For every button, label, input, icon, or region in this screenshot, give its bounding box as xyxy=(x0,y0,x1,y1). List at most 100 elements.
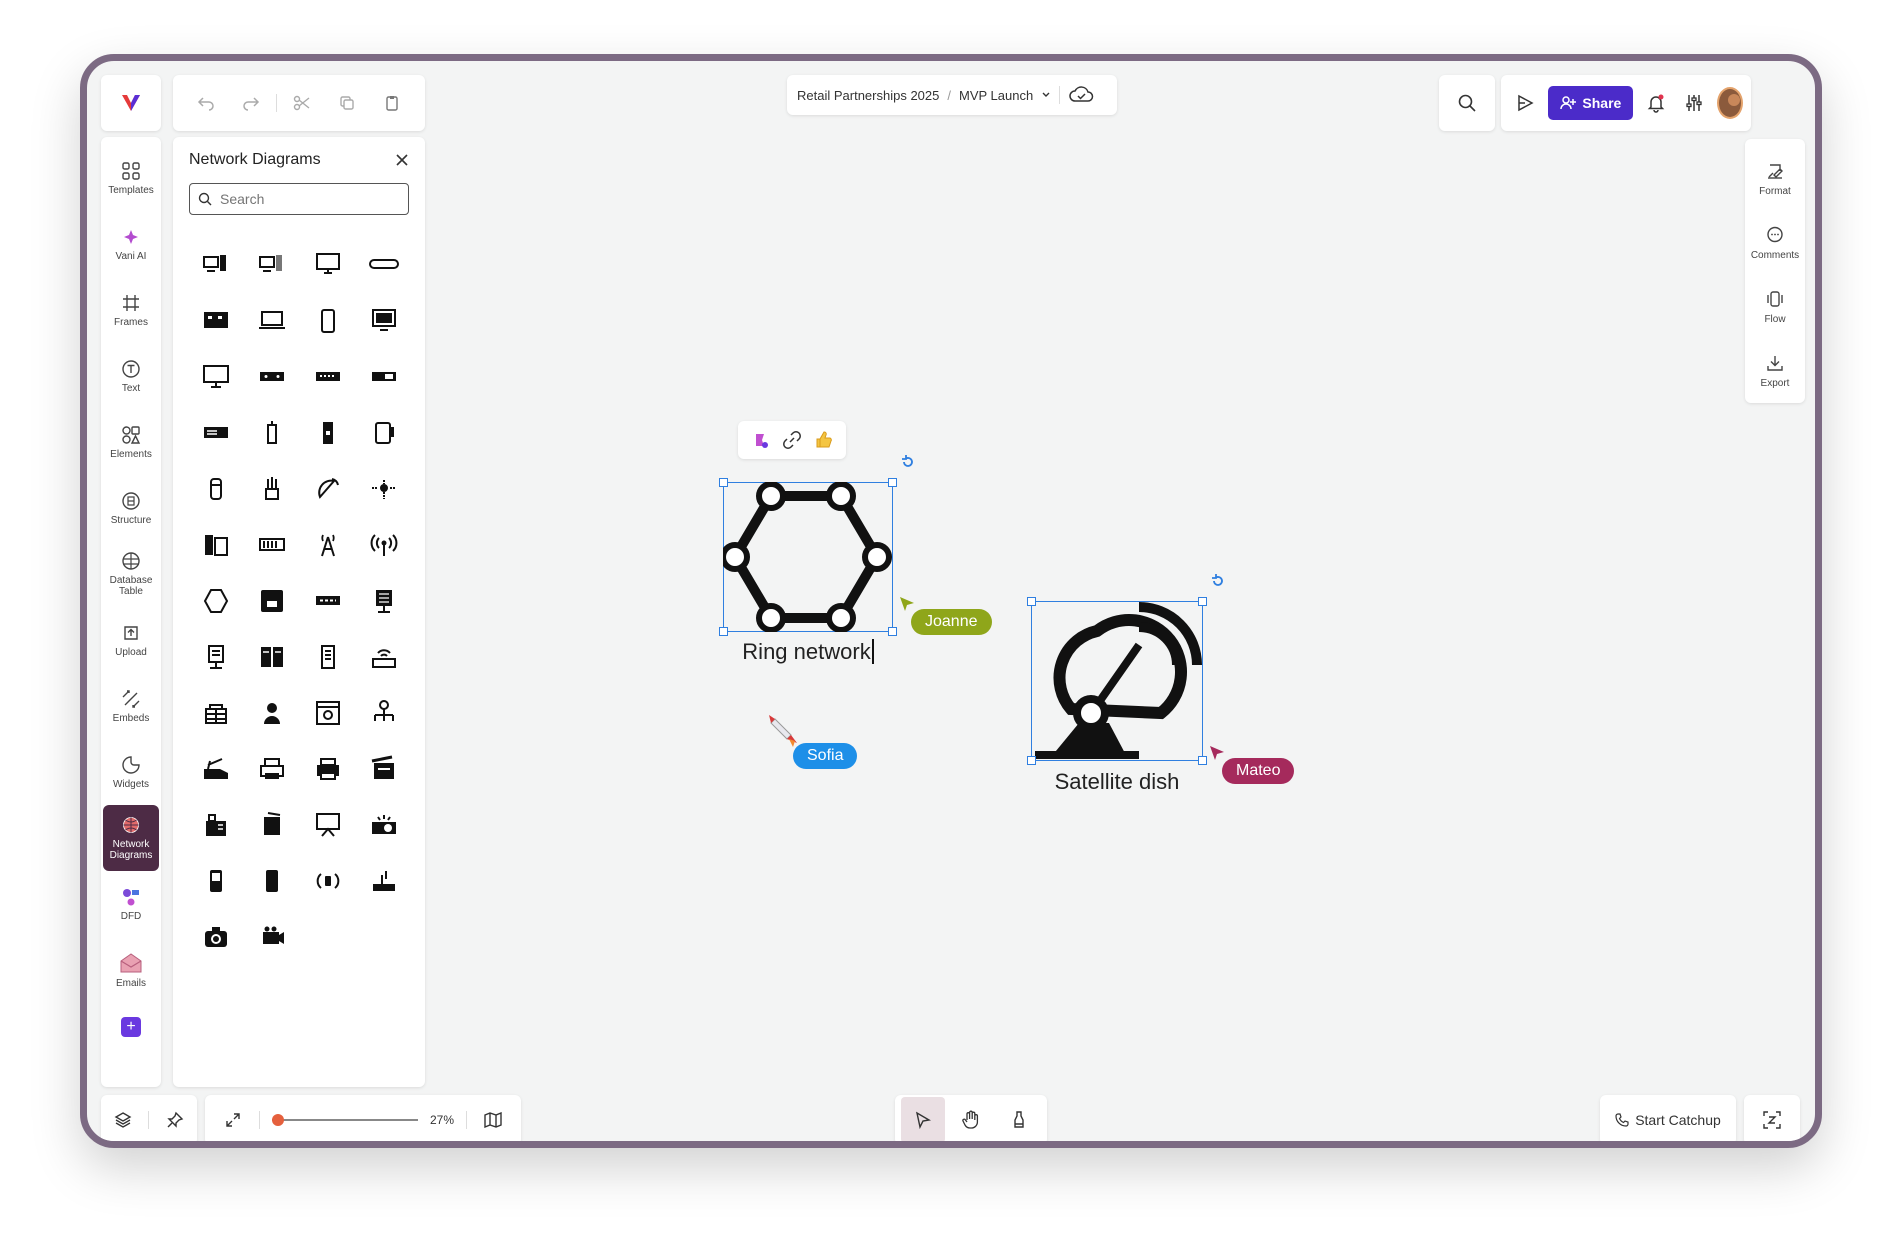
magic-icon[interactable] xyxy=(750,430,770,450)
shape-tile[interactable] xyxy=(301,853,355,909)
shape-tile[interactable] xyxy=(301,405,355,461)
paste-button[interactable] xyxy=(372,83,413,123)
shape-tile[interactable] xyxy=(357,741,411,797)
resize-handle[interactable] xyxy=(719,627,728,636)
shape-tile[interactable] xyxy=(245,629,299,685)
resize-handle[interactable] xyxy=(888,478,897,487)
sidebar-item-text[interactable]: Text xyxy=(101,343,161,409)
shape-tile[interactable] xyxy=(357,293,411,349)
redo-button[interactable] xyxy=(230,83,271,123)
shape-tile[interactable] xyxy=(357,573,411,629)
shape-tile[interactable] xyxy=(245,797,299,853)
shape-tile[interactable] xyxy=(301,293,355,349)
shape-tile[interactable] xyxy=(301,741,355,797)
chevron-down-icon[interactable] xyxy=(1041,90,1051,100)
resize-handle[interactable] xyxy=(1027,597,1036,606)
shape-tile[interactable] xyxy=(245,517,299,573)
zoom-slider[interactable] xyxy=(272,1114,418,1126)
close-icon[interactable] xyxy=(395,153,409,167)
share-button[interactable]: Share xyxy=(1548,86,1634,120)
search-button[interactable] xyxy=(1439,75,1495,131)
shape-tile[interactable] xyxy=(189,349,243,405)
undo-button[interactable] xyxy=(185,83,226,123)
shape-tile[interactable] xyxy=(357,461,411,517)
shape-tile[interactable] xyxy=(189,853,243,909)
cut-button[interactable] xyxy=(281,83,322,123)
shape-tile[interactable] xyxy=(189,293,243,349)
sidebar-item-vani-ai[interactable]: Vani AI xyxy=(101,211,161,277)
shape-tile[interactable] xyxy=(357,629,411,685)
shape-tile[interactable] xyxy=(245,909,299,965)
shape-search-field[interactable] xyxy=(189,183,409,215)
shape-tile[interactable] xyxy=(357,237,411,293)
resize-handle[interactable] xyxy=(1198,756,1207,765)
focus-mode-button[interactable] xyxy=(1744,1095,1800,1141)
shape-tile[interactable] xyxy=(357,405,411,461)
resize-handle[interactable] xyxy=(1198,597,1207,606)
shape-tile[interactable] xyxy=(301,349,355,405)
shape-tile[interactable] xyxy=(189,405,243,461)
right-rail-flow[interactable]: Flow xyxy=(1745,275,1805,339)
shape-tile[interactable] xyxy=(245,573,299,629)
settings-button[interactable] xyxy=(1679,83,1709,123)
shape-tile[interactable] xyxy=(189,909,243,965)
shape-tile[interactable] xyxy=(301,629,355,685)
thumbs-up-icon[interactable] xyxy=(814,430,834,450)
pin-button[interactable] xyxy=(157,1102,193,1138)
sidebar-item-upload[interactable]: Upload xyxy=(101,607,161,673)
shape-tile[interactable] xyxy=(189,237,243,293)
shape-tile[interactable] xyxy=(189,629,243,685)
shape-tile[interactable] xyxy=(357,349,411,405)
resize-handle[interactable] xyxy=(719,478,728,487)
user-avatar[interactable] xyxy=(1717,87,1743,119)
rotate-icon[interactable] xyxy=(1210,573,1226,589)
link-icon[interactable] xyxy=(783,431,801,449)
shape-tile[interactable] xyxy=(245,461,299,517)
shape-tile[interactable] xyxy=(357,517,411,573)
sidebar-item-widgets[interactable]: Widgets xyxy=(101,739,161,805)
shape-tile[interactable] xyxy=(245,237,299,293)
board-name[interactable]: MVP Launch xyxy=(959,88,1033,103)
shape-tile[interactable] xyxy=(189,741,243,797)
fit-screen-button[interactable] xyxy=(219,1106,247,1134)
shape-tile[interactable] xyxy=(301,685,355,741)
sidebar-item-frames[interactable]: Frames xyxy=(101,277,161,343)
sidebar-item-structure[interactable]: Structure xyxy=(101,475,161,541)
app-logo[interactable] xyxy=(101,75,161,131)
satellite-dish-label[interactable]: Satellite dish xyxy=(1031,769,1203,795)
start-catchup-button[interactable]: Start Catchup xyxy=(1600,1095,1736,1141)
sidebar-item-embeds[interactable]: Embeds xyxy=(101,673,161,739)
sidebar-item-templates[interactable]: Templates xyxy=(101,145,161,211)
satellite-dish-selection[interactable] xyxy=(1027,597,1207,765)
sidebar-item-database-table[interactable]: Database Table xyxy=(101,541,161,607)
right-rail-export[interactable]: Export xyxy=(1745,339,1805,403)
resize-handle[interactable] xyxy=(1027,756,1036,765)
project-name[interactable]: Retail Partnerships 2025 xyxy=(797,88,939,103)
shape-tile[interactable] xyxy=(245,685,299,741)
shape-tile[interactable] xyxy=(245,741,299,797)
right-rail-format[interactable]: Format xyxy=(1745,147,1805,211)
shape-tile[interactable] xyxy=(245,293,299,349)
sidebar-item-elements[interactable]: Elements xyxy=(101,409,161,475)
shape-tile[interactable] xyxy=(357,853,411,909)
shape-tile[interactable] xyxy=(245,853,299,909)
ring-network-label[interactable]: Ring network xyxy=(723,639,893,665)
shape-tile[interactable] xyxy=(245,405,299,461)
sidebar-item-emails[interactable]: Emails xyxy=(101,937,161,1003)
shape-tile[interactable] xyxy=(245,349,299,405)
sidebar-item-network-diagrams[interactable]: Network Diagrams xyxy=(103,805,159,871)
sidebar-item-dfd[interactable]: DFD xyxy=(101,871,161,937)
select-tool[interactable] xyxy=(901,1097,945,1141)
shape-tile[interactable] xyxy=(189,461,243,517)
shape-tile[interactable] xyxy=(301,517,355,573)
present-button[interactable] xyxy=(1509,83,1540,123)
resize-handle[interactable] xyxy=(888,627,897,636)
shape-tile[interactable] xyxy=(357,685,411,741)
pen-tool[interactable] xyxy=(997,1097,1041,1141)
rotate-icon[interactable] xyxy=(900,454,916,470)
shape-tile[interactable] xyxy=(189,685,243,741)
shape-tile[interactable] xyxy=(189,573,243,629)
shape-tile[interactable] xyxy=(189,797,243,853)
ring-network-selection[interactable] xyxy=(719,478,897,636)
shape-tile[interactable] xyxy=(189,517,243,573)
